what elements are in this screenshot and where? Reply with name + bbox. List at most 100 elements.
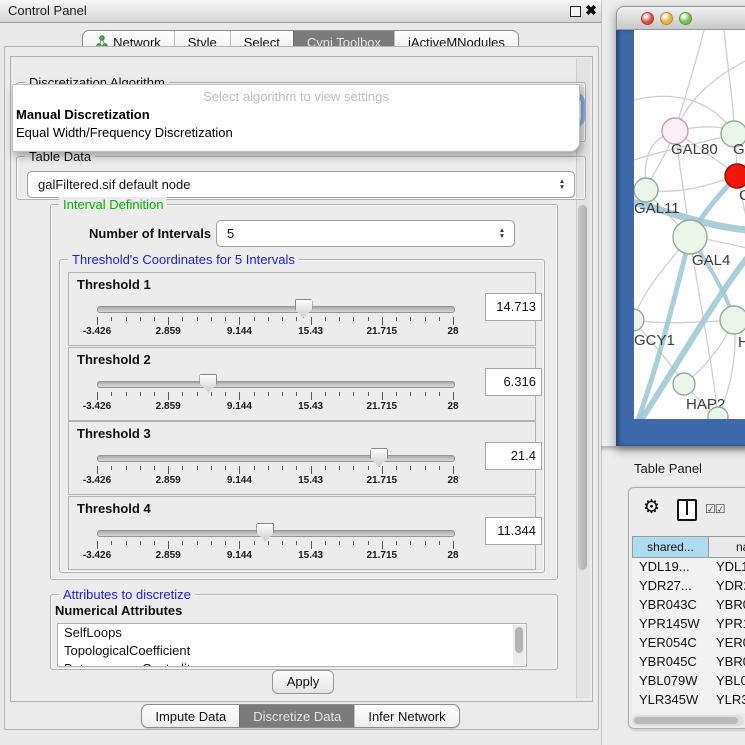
network-node-gal4[interactable]	[673, 220, 707, 254]
threshold-label: Threshold 1	[77, 277, 151, 292]
table-row[interactable]: YLR345W YLR3	[632, 691, 745, 710]
cell-shared-name: YLR345W	[639, 692, 698, 707]
network-view-frame: GAL80GACGAL11GAL4GCY1HHAP2	[616, 30, 745, 446]
close-icon[interactable]: ✖	[583, 2, 599, 19]
axis-tick-label: -3.426	[83, 550, 111, 561]
table-panel-title: Table Panel	[634, 461, 702, 476]
cell-name: YBR0	[716, 597, 745, 612]
attributes-scrollbar-thumb[interactable]	[515, 627, 523, 653]
network-edge[interactable]	[724, 30, 734, 134]
bottom-tab-discretize-data[interactable]: Discretize Data	[239, 705, 354, 727]
axis-tick-label: 28	[447, 326, 458, 337]
stepper-arrows-icon[interactable]: ▲▼	[494, 228, 514, 240]
table-row[interactable]: YER054C YER0	[632, 634, 745, 653]
table-row[interactable]: YBL079W YBL0	[632, 672, 745, 691]
network-view-window: GAL80GACGAL11GAL4GCY1HHAP2	[616, 6, 745, 446]
table-row[interactable]: YDL19...YDL1	[632, 558, 745, 577]
cell-shared-name: YBR045C	[639, 654, 697, 669]
table-row[interactable]: YDR27...YDR2	[632, 577, 745, 596]
select-columns-icon[interactable]: ☑☑	[705, 502, 725, 516]
axis-tick-label: 9.144	[227, 401, 252, 412]
number-of-intervals-combo[interactable]: 5 ▲▼	[216, 220, 515, 247]
network-node-gcy1[interactable]	[634, 309, 644, 331]
dropdown-option[interactable]: Manual Discretization	[13, 106, 579, 124]
column-header-2[interactable]: na	[709, 536, 745, 558]
algorithm-dropdown-popup: Select algorithm to view settings Manual…	[12, 84, 580, 152]
threshold-row-3: Threshold 3-3.4262.8599.14415.4321.71528…	[68, 421, 536, 495]
axis-tick-label: -3.426	[83, 475, 111, 486]
slider-track[interactable]	[97, 530, 455, 537]
attribute-item[interactable]: BetweennessCentrality	[58, 660, 526, 667]
bottom-tabbar: Impute DataDiscretize Data Infer Network	[0, 704, 601, 728]
table-row[interactable]: YIL052CYIL0	[632, 710, 745, 713]
network-node-hap2[interactable]	[673, 373, 695, 395]
attributes-scrollbar[interactable]	[513, 625, 525, 665]
column-header-1[interactable]: shared...	[632, 536, 709, 558]
table-panel-window: ⚙ ☑☑ shared...na YDL19...YDL1YDR27...YDR…	[628, 487, 745, 729]
cell-name: YBL0	[716, 673, 745, 688]
threshold-label: Threshold 3	[77, 426, 151, 441]
split-columns-icon[interactable]	[677, 499, 697, 521]
content-scrollbar-thumb[interactable]	[578, 205, 587, 570]
cell-name: YDL1	[716, 559, 745, 574]
axis-tick-label: 2.859	[156, 550, 181, 561]
cell-name: YER0	[716, 635, 745, 650]
threshold-row-2: Threshold 2-3.4262.8599.14415.4321.71528…	[68, 347, 536, 421]
threshold-label: Threshold 2	[77, 352, 151, 367]
network-node-c[interactable]	[725, 164, 745, 188]
table-rows: YDL19...YDL1YDR27...YDR2YBR043C YBR0 YPR14…	[632, 558, 745, 713]
minimize-light[interactable]	[660, 12, 673, 25]
table-data-combo[interactable]: galFiltered.sif default node ▲▼	[27, 171, 575, 198]
bottom-tab-infer-network[interactable]: Infer Network	[354, 705, 458, 727]
threshold-row-4: Threshold 4-3.4262.8599.14415.4321.71528…	[68, 496, 536, 570]
zoom-light[interactable]	[679, 12, 692, 25]
table-row[interactable]: YPR145WYPR1	[632, 615, 745, 634]
axis-tick-label: 15.43	[298, 326, 323, 337]
slider-thumb[interactable]	[295, 299, 313, 318]
slider-thumb[interactable]	[370, 448, 388, 467]
threshold-value-field[interactable]: 21.4	[485, 442, 542, 470]
network-node-h[interactable]	[720, 306, 745, 334]
dropdown-options: Manual DiscretizationEqual Width/Frequen…	[13, 106, 579, 142]
threshold-value-field[interactable]: 14.713	[485, 293, 542, 321]
table-header: shared...na	[632, 536, 745, 558]
stepper-arrows-icon[interactable]: ▲▼	[554, 179, 574, 191]
attribute-item[interactable]: TopologicalCoefficient	[58, 642, 526, 660]
axis-tick-label: 9.144	[227, 550, 252, 561]
attribute-item[interactable]: SelfLoops	[58, 624, 526, 642]
axis-tick-label: 21.715	[367, 550, 398, 561]
window-shadow	[601, 446, 745, 452]
slider-track[interactable]	[97, 455, 455, 462]
cell-name: YPR1	[716, 616, 745, 631]
cell-shared-name: YDR27...	[639, 578, 692, 593]
table-hscrollbar-thumb[interactable]	[634, 717, 738, 724]
float-window-icon[interactable]	[570, 6, 581, 17]
slider-track[interactable]	[97, 381, 455, 388]
node-label: H	[738, 334, 745, 351]
dropdown-option[interactable]: Equal Width/Frequency Discretization	[13, 124, 579, 142]
table-row[interactable]: YBR045CYBR0	[632, 653, 745, 672]
bottom-tab-impute-data[interactable]: Impute Data	[142, 705, 239, 727]
gear-icon[interactable]: ⚙	[643, 498, 660, 518]
apply-button[interactable]: Apply	[272, 670, 334, 694]
cell-shared-name: YBR043C	[639, 597, 697, 612]
slider-ticks	[97, 317, 453, 326]
numerical-attributes-list[interactable]: SelfLoopsTopologicalCoefficientBetweenne…	[57, 623, 527, 667]
table-hscrollbar[interactable]	[632, 715, 744, 726]
network-edge[interactable]	[634, 320, 734, 323]
slider-thumb[interactable]	[199, 374, 217, 393]
threshold-value-field[interactable]: 6.316	[485, 368, 542, 396]
close-light[interactable]	[641, 12, 654, 25]
table-row[interactable]: YBR043C YBR0	[632, 596, 745, 615]
slider-thumb[interactable]	[256, 523, 274, 542]
cell-name: YLR3	[716, 692, 745, 707]
network-edge[interactable]	[675, 30, 704, 131]
cell-shared-name: YBL079W	[639, 673, 698, 688]
network-node-gal11[interactable]	[634, 178, 658, 202]
network-canvas[interactable]: GAL80GACGAL11GAL4GCY1HHAP2	[634, 30, 745, 419]
tab-label: Infer Network	[368, 709, 445, 724]
cell-shared-name: YER054C	[639, 635, 697, 650]
node-label: GCY1	[634, 332, 675, 349]
slider-track[interactable]	[97, 306, 455, 313]
threshold-value-field[interactable]: 11.344	[485, 517, 542, 545]
